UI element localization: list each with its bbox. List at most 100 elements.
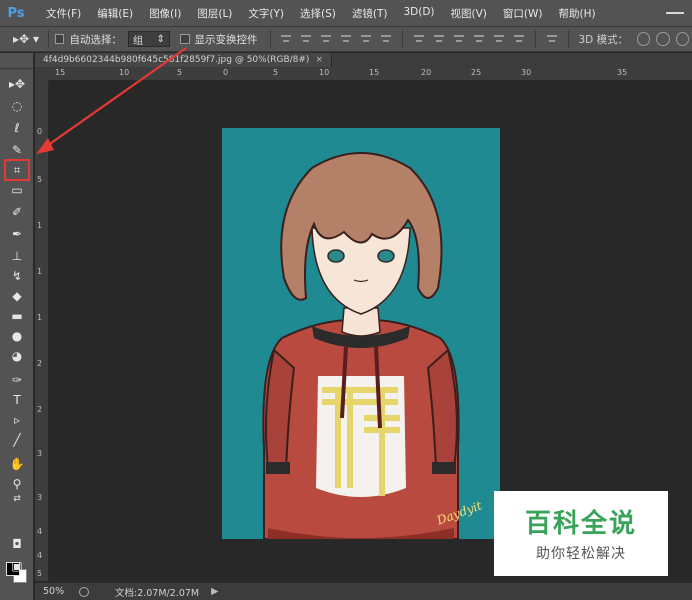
ellipse-marquee-icon[interactable]: ◌ (5, 97, 29, 115)
auto-select-target-dropdown[interactable]: 组 ⇕ (127, 31, 170, 47)
menu-help[interactable]: 帮助(H) (551, 6, 604, 21)
dropdown-arrows-icon: ⇕ (156, 33, 165, 45)
distribute-hcenter-icon[interactable] (492, 32, 506, 46)
3d-rotate-icon[interactable] (637, 32, 651, 46)
move-tool-preset-icon[interactable]: ▸✥ ▾ (10, 28, 42, 50)
pen-icon[interactable]: ✑ (5, 371, 29, 389)
spot-healing-icon[interactable]: ✐ (5, 203, 29, 221)
distribute-top-icon[interactable] (412, 32, 426, 46)
menu-filter[interactable]: 滤镜(T) (344, 6, 396, 21)
ruler-v-tick: 3 (37, 493, 43, 502)
screen-mode-icon[interactable]: ▣ (5, 557, 29, 575)
distribute-right-icon[interactable] (512, 32, 526, 46)
menu-window[interactable]: 窗口(W) (495, 6, 551, 21)
watermark-title: 百科全说 (524, 509, 637, 539)
ruler-v-tick: 1 (37, 267, 43, 276)
align-right-icon[interactable] (379, 32, 393, 46)
close-tab-icon[interactable]: × (315, 55, 323, 65)
brush-icon[interactable]: ✒ (5, 225, 29, 243)
ruler-tool-icon[interactable]: ▭ (5, 181, 29, 199)
separator (535, 30, 537, 48)
distribute-left-icon[interactable] (472, 32, 486, 46)
tools-panel: ▸✥ ◌ ℓ ✎ ⌗ ▭ ✐ ✒ ⊥ ↯ ◆ ▬ ● ◕ ✑ T ▹ ╱ ✋ ⚲… (0, 53, 34, 600)
quick-select-icon[interactable]: ✎ (5, 141, 29, 159)
menu-bar: Ps 文件(F) 编辑(E) 图像(I) 图层(L) 文字(Y) 选择(S) 滤… (0, 0, 692, 26)
menu-items: 文件(F) 编辑(E) 图像(I) 图层(L) 文字(Y) 选择(S) 滤镜(T… (38, 6, 604, 21)
tools-panel-grip[interactable] (0, 53, 33, 69)
zoom-level[interactable]: 50% (43, 586, 71, 597)
separator (402, 30, 404, 48)
distribute-vcenter-icon[interactable] (432, 32, 446, 46)
ruler-v-tick: 4 (37, 551, 43, 560)
menu-edit[interactable]: 编辑(E) (89, 6, 141, 21)
auto-align-icon[interactable] (545, 32, 558, 46)
ruler-v-tick: 1 (37, 221, 43, 230)
menu-view[interactable]: 视图(V) (443, 6, 495, 21)
ruler-h-tick: 10 (119, 68, 130, 77)
swap-colors-icon[interactable]: ⇄ (5, 493, 29, 505)
ruler-h-tick: 35 (617, 68, 628, 77)
status-bar: 50% 文档:2.07M/2.07M ▶ (35, 582, 692, 600)
watermark-subtitle: 助你轻松解决 (536, 546, 626, 562)
align-top-icon[interactable] (279, 32, 293, 46)
ruler-h-tick: 10 (319, 68, 330, 77)
auto-select-checkbox[interactable] (54, 34, 65, 44)
3d-mode-label: 3D 模式： (578, 33, 629, 46)
align-left-icon[interactable] (339, 32, 353, 46)
quick-mask-icon[interactable]: ◘ (5, 535, 29, 553)
menu-image[interactable]: 图像(I) (141, 6, 189, 21)
show-transform-checkbox[interactable] (180, 34, 190, 44)
align-buttons (276, 32, 396, 46)
gradient-icon[interactable]: ▬ (5, 307, 29, 325)
history-brush-icon[interactable]: ↯ (5, 267, 29, 285)
path-select-icon[interactable]: ▹ (5, 411, 29, 429)
menu-type[interactable]: 文字(Y) (240, 6, 292, 21)
ruler-v-tick: 2 (37, 359, 43, 368)
type-tool-icon[interactable]: T (5, 391, 29, 409)
separator (48, 30, 49, 48)
ruler-v-tick: 1 (37, 313, 43, 322)
status-menu-arrow-icon[interactable]: ▶ (211, 586, 218, 597)
ruler-h-tick: 20 (421, 68, 432, 77)
window-controls (666, 0, 692, 26)
artwork-image[interactable]: Daydyit (222, 128, 500, 539)
menu-select[interactable]: 选择(S) (292, 6, 344, 21)
show-transform-label: 显示变换控件 (194, 33, 258, 46)
separator (269, 30, 271, 48)
align-bottom-icon[interactable] (319, 32, 333, 46)
hand-tool-icon[interactable]: ✋ (5, 455, 29, 473)
group-select-value: 组 (132, 35, 143, 47)
move-tool-icon[interactable]: ▸✥ (5, 75, 29, 93)
line-tool-icon[interactable]: ╱ (5, 431, 29, 449)
horizontal-ruler[interactable]: 15 10 5 0 5 10 15 20 25 30 35 (49, 67, 692, 81)
lasso-icon[interactable]: ℓ (5, 119, 29, 137)
3d-roll-icon[interactable] (656, 32, 670, 46)
ruler-h-tick: 5 (177, 68, 183, 77)
status-info-icon[interactable] (79, 586, 89, 597)
menu-layer[interactable]: 图层(L) (189, 6, 240, 21)
ruler-h-tick: 0 (223, 68, 229, 77)
options-bar: ▸✥ ▾ 自动选择： 组 ⇕ 显示变换控件 3D 模式： (0, 26, 692, 52)
watermark: 百科全说 助你轻松解决 (494, 491, 668, 576)
ruler-v-tick: 3 (37, 449, 43, 458)
ruler-v-tick: 5 (37, 175, 43, 184)
ruler-corner (35, 67, 49, 81)
dodge-icon[interactable]: ◕ (5, 347, 29, 365)
eraser-icon[interactable]: ◆ (5, 287, 29, 305)
blur-icon[interactable]: ● (5, 327, 29, 345)
document-tab-bar: 4f4d9b6602344b980f645c581f2859f7.jpg @ 5… (35, 53, 692, 67)
document-tab[interactable]: 4f4d9b6602344b980f645c581f2859f7.jpg @ 5… (35, 53, 332, 67)
ruler-h-tick: 15 (55, 68, 66, 77)
photoshop-logo: Ps (7, 5, 25, 21)
minimize-button[interactable] (666, 12, 684, 14)
menu-file[interactable]: 文件(F) (38, 6, 89, 21)
clone-stamp-icon[interactable]: ⊥ (5, 247, 29, 265)
align-vcenter-icon[interactable] (299, 32, 313, 46)
menu-3d[interactable]: 3D(D) (395, 6, 442, 21)
distribute-bottom-icon[interactable] (452, 32, 466, 46)
vertical-ruler[interactable]: 0 5 1 1 1 2 2 3 3 4 4 5 (35, 81, 49, 581)
3d-pan-icon[interactable] (675, 32, 689, 46)
zoom-tool-icon[interactable]: ⚲ (5, 475, 29, 493)
crop-tool-icon[interactable]: ⌗ (4, 159, 30, 181)
align-hcenter-icon[interactable] (359, 32, 373, 46)
